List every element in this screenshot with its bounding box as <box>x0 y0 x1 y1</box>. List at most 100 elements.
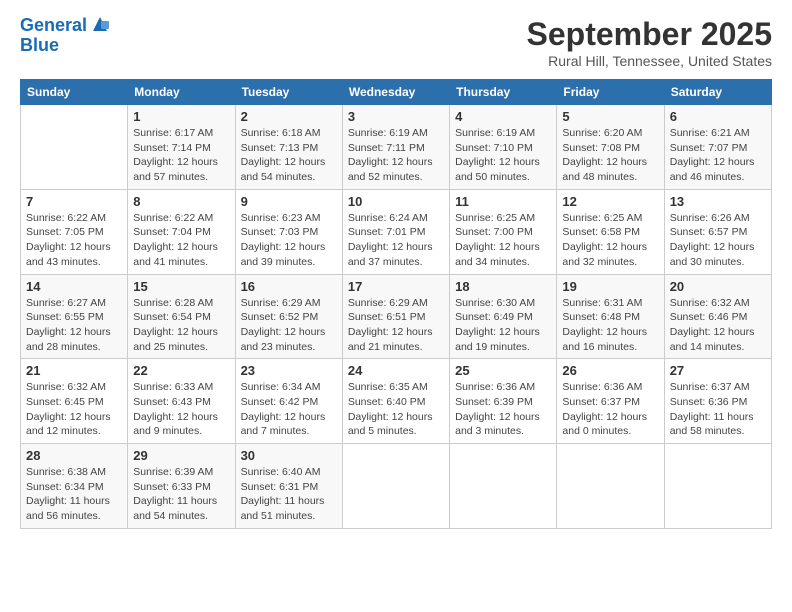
day-info: Sunrise: 6:34 AM Sunset: 6:42 PM Dayligh… <box>241 380 337 439</box>
day-number: 26 <box>562 363 658 378</box>
day-info: Sunrise: 6:21 AM Sunset: 7:07 PM Dayligh… <box>670 126 766 185</box>
day-number: 2 <box>241 109 337 124</box>
calendar-day-cell: 2 Sunrise: 6:18 AM Sunset: 7:13 PM Daylig… <box>235 105 342 190</box>
day-number: 16 <box>241 279 337 294</box>
day-info: Sunrise: 6:29 AM Sunset: 6:52 PM Dayligh… <box>241 296 337 355</box>
weekday-header-cell: Monday <box>128 80 235 105</box>
calendar-day-cell: 15Sunrise: 6:28 AM Sunset: 6:54 PM Dayli… <box>128 274 235 359</box>
calendar-week-row: 7 Sunrise: 6:22 AM Sunset: 7:05 PM Daylig… <box>21 189 772 274</box>
calendar-week-row: 28Sunrise: 6:38 AM Sunset: 6:34 PM Dayli… <box>21 444 772 529</box>
calendar-day-cell <box>664 444 771 529</box>
calendar-day-cell: 26 Sunrise: 6:36 AM Sunset: 6:37 PM Dayli… <box>557 359 664 444</box>
weekday-header-cell: Saturday <box>664 80 771 105</box>
day-number: 9 <box>241 194 337 209</box>
calendar-week-row: 1Sunrise: 6:17 AM Sunset: 7:14 PM Daylig… <box>21 105 772 190</box>
calendar-day-cell: 9Sunrise: 6:23 AM Sunset: 7:03 PM Daylig… <box>235 189 342 274</box>
day-info: Sunrise: 6:26 AM Sunset: 6:57 PM Dayligh… <box>670 211 766 270</box>
weekday-header-cell: Sunday <box>21 80 128 105</box>
calendar-day-cell: 21 Sunrise: 6:32 AM Sunset: 6:45 PM Dayli… <box>21 359 128 444</box>
calendar-day-cell: 22 Sunrise: 6:33 AM Sunset: 6:43 PM Dayli… <box>128 359 235 444</box>
day-number: 25 <box>455 363 551 378</box>
logo-text: General <box>20 16 87 36</box>
location: Rural Hill, Tennessee, United States <box>527 53 772 69</box>
calendar-day-cell: 18 Sunrise: 6:30 AM Sunset: 6:49 PM Dayli… <box>450 274 557 359</box>
calendar-day-cell: 25 Sunrise: 6:36 AM Sunset: 6:39 PM Dayli… <box>450 359 557 444</box>
page: General Blue September 2025 Rural Hill, … <box>0 0 792 612</box>
calendar-body: 1Sunrise: 6:17 AM Sunset: 7:14 PM Daylig… <box>21 105 772 529</box>
calendar-day-cell: 11Sunrise: 6:25 AM Sunset: 7:00 PM Dayli… <box>450 189 557 274</box>
weekday-header-row: SundayMondayTuesdayWednesdayThursdayFrid… <box>21 80 772 105</box>
calendar-day-cell: 8Sunrise: 6:22 AM Sunset: 7:04 PM Daylig… <box>128 189 235 274</box>
calendar-day-cell: 30 Sunrise: 6:40 AM Sunset: 6:31 PM Dayli… <box>235 444 342 529</box>
day-number: 20 <box>670 279 766 294</box>
day-number: 13 <box>670 194 766 209</box>
day-number: 21 <box>26 363 122 378</box>
calendar-day-cell: 13 Sunrise: 6:26 AM Sunset: 6:57 PM Dayli… <box>664 189 771 274</box>
day-number: 30 <box>241 448 337 463</box>
day-number: 27 <box>670 363 766 378</box>
day-number: 23 <box>241 363 337 378</box>
day-info: Sunrise: 6:27 AM Sunset: 6:55 PM Dayligh… <box>26 296 122 355</box>
day-info: Sunrise: 6:25 AM Sunset: 6:58 PM Dayligh… <box>562 211 658 270</box>
calendar-table: SundayMondayTuesdayWednesdayThursdayFrid… <box>20 79 772 529</box>
calendar-day-cell: 1Sunrise: 6:17 AM Sunset: 7:14 PM Daylig… <box>128 105 235 190</box>
day-number: 18 <box>455 279 551 294</box>
day-info: Sunrise: 6:37 AM Sunset: 6:36 PM Dayligh… <box>670 380 766 439</box>
day-number: 22 <box>133 363 229 378</box>
day-number: 19 <box>562 279 658 294</box>
day-info: Sunrise: 6:36 AM Sunset: 6:39 PM Dayligh… <box>455 380 551 439</box>
day-number: 17 <box>348 279 444 294</box>
day-number: 24 <box>348 363 444 378</box>
day-info: Sunrise: 6:32 AM Sunset: 6:45 PM Dayligh… <box>26 380 122 439</box>
calendar-day-cell <box>21 105 128 190</box>
calendar-day-cell: 24 Sunrise: 6:35 AM Sunset: 6:40 PM Dayli… <box>342 359 449 444</box>
header: General Blue September 2025 Rural Hill, … <box>20 16 772 69</box>
calendar-day-cell: 29Sunrise: 6:39 AM Sunset: 6:33 PM Dayli… <box>128 444 235 529</box>
calendar-day-cell: 20 Sunrise: 6:32 AM Sunset: 6:46 PM Dayli… <box>664 274 771 359</box>
day-info: Sunrise: 6:19 AM Sunset: 7:11 PM Dayligh… <box>348 126 444 185</box>
calendar-week-row: 21 Sunrise: 6:32 AM Sunset: 6:45 PM Dayli… <box>21 359 772 444</box>
calendar-day-cell: 23 Sunrise: 6:34 AM Sunset: 6:42 PM Dayli… <box>235 359 342 444</box>
weekday-header-cell: Thursday <box>450 80 557 105</box>
logo: General Blue <box>20 16 111 56</box>
day-info: Sunrise: 6:40 AM Sunset: 6:31 PM Dayligh… <box>241 465 337 524</box>
month-title: September 2025 <box>527 16 772 53</box>
day-number: 5 <box>562 109 658 124</box>
weekday-header-cell: Friday <box>557 80 664 105</box>
calendar-day-cell <box>342 444 449 529</box>
day-number: 14 <box>26 279 122 294</box>
calendar-day-cell: 17 Sunrise: 6:29 AM Sunset: 6:51 PM Dayli… <box>342 274 449 359</box>
day-number: 10 <box>348 194 444 209</box>
calendar-day-cell: 6 Sunrise: 6:21 AM Sunset: 7:07 PM Daylig… <box>664 105 771 190</box>
day-info: Sunrise: 6:22 AM Sunset: 7:05 PM Dayligh… <box>26 211 122 270</box>
day-info: Sunrise: 6:18 AM Sunset: 7:13 PM Dayligh… <box>241 126 337 185</box>
day-number: 28 <box>26 448 122 463</box>
day-info: Sunrise: 6:20 AM Sunset: 7:08 PM Dayligh… <box>562 126 658 185</box>
calendar-day-cell: 10Sunrise: 6:24 AM Sunset: 7:01 PM Dayli… <box>342 189 449 274</box>
day-info: Sunrise: 6:35 AM Sunset: 6:40 PM Dayligh… <box>348 380 444 439</box>
calendar-day-cell: 28Sunrise: 6:38 AM Sunset: 6:34 PM Dayli… <box>21 444 128 529</box>
day-info: Sunrise: 6:36 AM Sunset: 6:37 PM Dayligh… <box>562 380 658 439</box>
day-number: 7 <box>26 194 122 209</box>
day-number: 1 <box>133 109 229 124</box>
weekday-header-cell: Tuesday <box>235 80 342 105</box>
day-info: Sunrise: 6:28 AM Sunset: 6:54 PM Dayligh… <box>133 296 229 355</box>
calendar-day-cell: 14 Sunrise: 6:27 AM Sunset: 6:55 PM Dayli… <box>21 274 128 359</box>
calendar-week-row: 14 Sunrise: 6:27 AM Sunset: 6:55 PM Dayli… <box>21 274 772 359</box>
day-info: Sunrise: 6:19 AM Sunset: 7:10 PM Dayligh… <box>455 126 551 185</box>
day-info: Sunrise: 6:30 AM Sunset: 6:49 PM Dayligh… <box>455 296 551 355</box>
day-number: 11 <box>455 194 551 209</box>
day-number: 29 <box>133 448 229 463</box>
day-info: Sunrise: 6:31 AM Sunset: 6:48 PM Dayligh… <box>562 296 658 355</box>
day-number: 3 <box>348 109 444 124</box>
logo-blue: Blue <box>20 36 59 56</box>
day-info: Sunrise: 6:32 AM Sunset: 6:46 PM Dayligh… <box>670 296 766 355</box>
calendar-day-cell: 19 Sunrise: 6:31 AM Sunset: 6:48 PM Dayli… <box>557 274 664 359</box>
day-info: Sunrise: 6:29 AM Sunset: 6:51 PM Dayligh… <box>348 296 444 355</box>
day-info: Sunrise: 6:33 AM Sunset: 6:43 PM Dayligh… <box>133 380 229 439</box>
calendar-day-cell: 5 Sunrise: 6:20 AM Sunset: 7:08 PM Daylig… <box>557 105 664 190</box>
day-number: 6 <box>670 109 766 124</box>
weekday-header-cell: Wednesday <box>342 80 449 105</box>
calendar-day-cell: 7 Sunrise: 6:22 AM Sunset: 7:05 PM Daylig… <box>21 189 128 274</box>
title-block: September 2025 Rural Hill, Tennessee, Un… <box>527 16 772 69</box>
